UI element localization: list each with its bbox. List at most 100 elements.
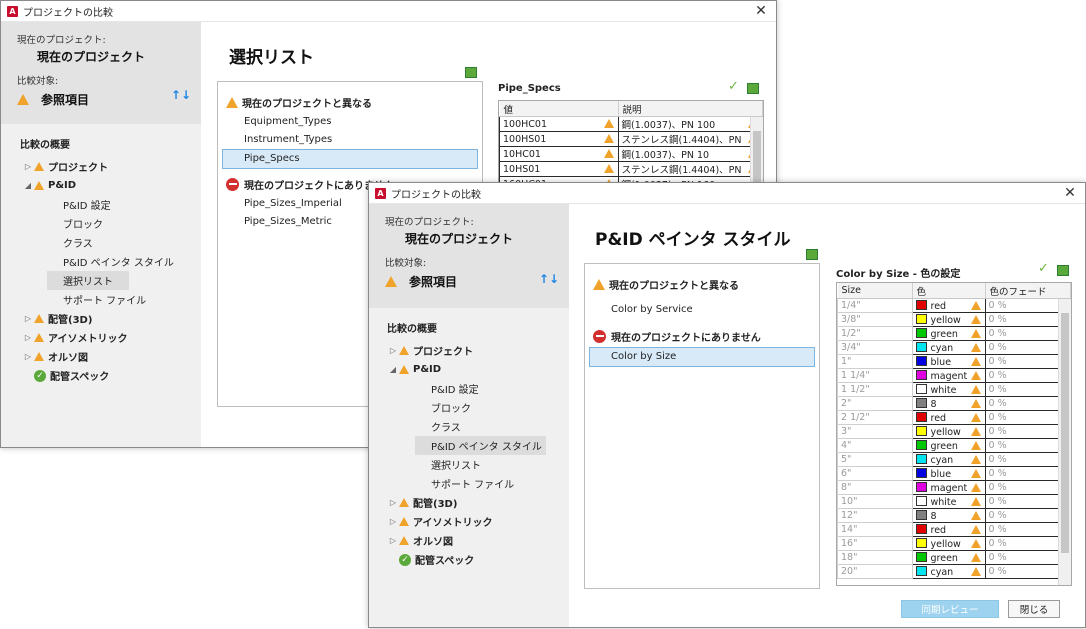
table-row[interactable]: 100HC01 鋼(1.0037)、PN 100: [499, 116, 763, 132]
tree-item-piping-3d[interactable]: ▷ 配管(3D): [1, 309, 201, 328]
tree-item-classes[interactable]: クラス: [1, 233, 201, 252]
close-icon[interactable]: ✕: [1055, 185, 1085, 201]
accept-table-icon[interactable]: [747, 83, 759, 94]
tree-item-pid-settings[interactable]: P&ID 設定: [369, 379, 569, 398]
tree-item-classes[interactable]: クラス: [369, 417, 569, 436]
cell-color[interactable]: cyan: [911, 340, 986, 355]
swap-arrows-icon[interactable]: ↑↓: [171, 88, 191, 102]
table-row[interactable]: 2" 8 0 %: [837, 396, 1071, 411]
cell-color[interactable]: magent: [911, 368, 986, 383]
tree-item-painter-style[interactable]: P&ID ペインタ スタイル: [1, 252, 201, 271]
table-row[interactable]: 8" magent 0 %: [837, 480, 1071, 495]
tree-item-ortho[interactable]: ▷ オルソ図: [1, 347, 201, 366]
cell-color[interactable]: magent: [911, 480, 986, 495]
cell-description[interactable]: 鋼(1.0037)、PN 10: [617, 146, 763, 162]
tree-item-isometric[interactable]: ▷ アイソメトリック: [1, 328, 201, 347]
scrollbar-thumb[interactable]: [1061, 313, 1069, 553]
cell-color[interactable]: green: [911, 550, 986, 565]
table-row[interactable]: 10HC01 鋼(1.0037)、PN 10: [499, 146, 763, 162]
tree-item-pid[interactable]: ◢ P&ID: [1, 176, 201, 195]
cell-description[interactable]: ステンレス鋼(1.4404)、PN: [617, 131, 763, 147]
table-row[interactable]: 2 1/2" red 0 %: [837, 410, 1071, 425]
tree-item-painter-style[interactable]: P&ID ペインタ スタイル: [369, 436, 569, 455]
check-icon[interactable]: ✓: [1038, 261, 1049, 276]
column-header-color[interactable]: 色: [912, 283, 986, 299]
cell-color[interactable]: 8: [911, 396, 986, 411]
expand-icon[interactable]: ▷: [387, 536, 399, 545]
collapse-icon[interactable]: ◢: [22, 181, 34, 190]
tree-item-select-list[interactable]: 選択リスト: [1, 271, 201, 290]
cell-size[interactable]: 2": [837, 396, 913, 411]
tree-item-pid-settings[interactable]: P&ID 設定: [1, 195, 201, 214]
table-row[interactable]: 3/4" cyan 0 %: [837, 340, 1071, 355]
list-item-instrument-types[interactable]: Instrument_Types: [218, 131, 482, 149]
cell-size[interactable]: 3": [837, 424, 913, 439]
cell-size[interactable]: 3/8": [837, 312, 913, 327]
cell-size[interactable]: 1/4": [837, 298, 913, 313]
tree-item-blocks[interactable]: ブロック: [369, 398, 569, 417]
cell-description[interactable]: 鋼(1.0037)、PN 100: [617, 116, 763, 132]
list-item-color-by-service[interactable]: Color by Service: [585, 301, 819, 319]
column-header-value[interactable]: 値: [499, 101, 619, 117]
expand-icon[interactable]: ▷: [387, 517, 399, 526]
expand-icon[interactable]: ▷: [387, 498, 399, 507]
cell-size[interactable]: 2 1/2": [837, 410, 913, 425]
column-header-size[interactable]: Size: [837, 283, 913, 299]
cell-color[interactable]: yellow: [911, 312, 986, 327]
table-row[interactable]: 6" blue 0 %: [837, 466, 1071, 481]
cell-size[interactable]: 20": [837, 564, 913, 579]
cell-color[interactable]: white: [911, 382, 986, 397]
table-row[interactable]: 10HS01 ステンレス鋼(1.4404)、PN: [499, 161, 763, 177]
tree-item-pipe-spec[interactable]: ✓ 配管スペック: [369, 550, 569, 569]
cell-color[interactable]: red: [911, 522, 986, 537]
table-row[interactable]: 1 1/4" magent 0 %: [837, 368, 1071, 383]
cell-size[interactable]: 5": [837, 452, 913, 467]
expand-icon[interactable]: ▷: [22, 162, 34, 171]
cell-size[interactable]: 10": [837, 494, 913, 509]
close-icon[interactable]: ✕: [746, 3, 776, 19]
cell-size[interactable]: 1/2": [837, 326, 913, 341]
cell-value[interactable]: 10HC01: [499, 146, 619, 162]
cell-color[interactable]: red: [911, 298, 986, 313]
cell-color[interactable]: blue: [911, 354, 986, 369]
tree-item-piping-3d[interactable]: ▷ 配管(3D): [369, 493, 569, 512]
expand-icon[interactable]: ▷: [387, 346, 399, 355]
expand-icon[interactable]: ▷: [22, 333, 34, 342]
cell-description[interactable]: ステンレス鋼(1.4404)、PN: [617, 161, 763, 177]
tree-item-pipe-spec[interactable]: ✓ 配管スペック: [1, 366, 201, 385]
cell-size[interactable]: 8": [837, 480, 913, 495]
cell-value[interactable]: 10HS01: [499, 161, 619, 177]
tree-item-select-list[interactable]: 選択リスト: [369, 455, 569, 474]
accept-table-icon[interactable]: [1057, 265, 1069, 276]
cell-size[interactable]: 18": [837, 550, 913, 565]
accept-all-icon[interactable]: [806, 249, 818, 260]
swap-arrows-icon[interactable]: ↑↓: [539, 272, 559, 286]
list-item-color-by-size[interactable]: Color by Size: [589, 347, 815, 367]
cell-size[interactable]: 4": [837, 438, 913, 453]
tree-item-isometric[interactable]: ▷ アイソメトリック: [369, 512, 569, 531]
collapse-icon[interactable]: ◢: [387, 365, 399, 374]
cell-color[interactable]: green: [911, 438, 986, 453]
table-row[interactable]: 100HS01 ステンレス鋼(1.4404)、PN: [499, 131, 763, 147]
check-icon[interactable]: ✓: [728, 79, 739, 94]
cell-value[interactable]: 100HC01: [499, 116, 619, 132]
cell-color[interactable]: 8: [911, 508, 986, 523]
table-row[interactable]: 1" blue 0 %: [837, 354, 1071, 369]
expand-icon[interactable]: ▷: [22, 352, 34, 361]
column-header-description[interactable]: 説明: [618, 101, 763, 117]
cell-color[interactable]: white: [911, 494, 986, 509]
list-item-pipe-specs[interactable]: Pipe_Specs: [222, 149, 478, 169]
cell-color[interactable]: cyan: [911, 452, 986, 467]
table-row[interactable]: 1/2" green 0 %: [837, 326, 1071, 341]
table-row[interactable]: 5" cyan 0 %: [837, 452, 1071, 467]
table-row[interactable]: 16" yellow 0 %: [837, 536, 1071, 551]
tree-item-support-files[interactable]: サポート ファイル: [369, 474, 569, 493]
cell-size[interactable]: 16": [837, 536, 913, 551]
cell-color[interactable]: red: [911, 410, 986, 425]
table-row[interactable]: 4" green 0 %: [837, 438, 1071, 453]
table-row[interactable]: 3/8" yellow 0 %: [837, 312, 1071, 327]
close-button[interactable]: 閉じる: [1008, 600, 1060, 618]
cell-size[interactable]: 12": [837, 508, 913, 523]
cell-value[interactable]: 100HS01: [499, 131, 619, 147]
cell-color[interactable]: green: [911, 326, 986, 341]
